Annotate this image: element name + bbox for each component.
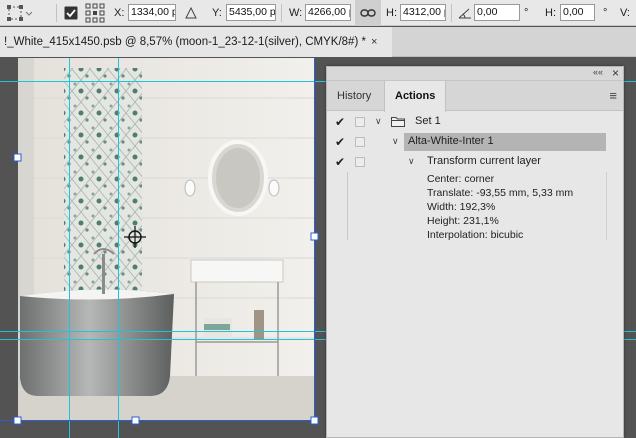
height-field[interactable]: 4312,00 p [400, 4, 446, 21]
action-label: Alta-White-Inter 1 [408, 135, 494, 147]
separator [281, 4, 282, 22]
h-label: H: [386, 7, 397, 19]
action-step-row[interactable]: ✔ ∨ Transform current layer [327, 152, 625, 172]
y-position-field[interactable]: 5435,00 p: [226, 4, 276, 21]
tab-actions[interactable]: Actions [384, 81, 447, 112]
close-tab-icon[interactable]: × [371, 36, 377, 48]
action-set-row[interactable]: ✔ ∨ Set 1 [327, 112, 625, 132]
degree-unit: ° [524, 7, 529, 19]
detail-translate: Translate: -93,55 mm, 5,33 mm [427, 187, 574, 199]
panel-tabs: History Actions ≡ [327, 81, 623, 112]
panel-header: «« × [327, 66, 623, 81]
chevron-down-icon[interactable]: ∨ [392, 136, 399, 147]
step-label: Transform current layer [427, 155, 541, 167]
degree-unit: ° [603, 7, 608, 19]
document-tab-bar: !_White_415x1450.psb @ 8,57% (moon-1_23-… [0, 27, 636, 57]
w-label: W: [289, 7, 303, 19]
x-position-field[interactable]: 1334,00 p: [128, 4, 176, 21]
x-label: X: [114, 7, 125, 19]
action-row[interactable]: ✔ ∨ Alta-White-Inter 1 [327, 132, 625, 152]
detail-width: Width: 192,3% [427, 201, 496, 213]
reference-point-icon[interactable] [85, 0, 105, 26]
link-icon[interactable] [355, 0, 381, 26]
tab-history[interactable]: History [327, 81, 381, 111]
detail-center: Center: corner [427, 173, 495, 185]
dialog-toggle-box[interactable] [355, 157, 365, 167]
v-skew-label: V: [620, 7, 630, 19]
document-title: !_White_415x1450.psb @ 8,57% (moon-1_23-… [4, 36, 366, 48]
transform-tool-icon[interactable] [6, 0, 32, 26]
document-tab[interactable]: !_White_415x1450.psb @ 8,57% (moon-1_23-… [0, 27, 392, 57]
collapse-panel-icon[interactable]: «« [593, 67, 603, 77]
rotate-angle-icon [458, 0, 472, 26]
actions-panel: «« × History Actions ≡ ✔ ∨ Set 1 ✔ ∨ Alt… [326, 66, 624, 438]
panel-menu-icon[interactable]: ≡ [609, 88, 617, 103]
y-label: Y: [212, 7, 222, 19]
toggle-item-check-icon[interactable]: ✔ [335, 155, 345, 169]
toggle-item-check-icon[interactable]: ✔ [335, 115, 345, 129]
relative-position-icon[interactable] [185, 0, 197, 26]
width-field[interactable]: 4266,00 p [305, 4, 351, 21]
h-skew-label: H: [545, 7, 556, 19]
commit-checkbox[interactable] [64, 0, 78, 26]
divider [606, 172, 607, 240]
chevron-down-icon[interactable]: ∨ [408, 156, 415, 167]
dialog-toggle-box[interactable] [355, 137, 365, 147]
toggle-item-check-icon[interactable]: ✔ [335, 135, 345, 149]
action-set-label: Set 1 [415, 115, 441, 127]
h-skew-field[interactable]: 0,00 [560, 4, 595, 21]
separator [56, 4, 57, 22]
chevron-down-icon[interactable]: ∨ [375, 116, 382, 127]
detail-interpolation: Interpolation: bicubic [427, 229, 524, 241]
close-panel-icon[interactable]: × [612, 66, 619, 80]
folder-icon [391, 117, 405, 127]
tree-line [347, 172, 348, 240]
rotation-field[interactable]: 0,00 [474, 4, 520, 21]
separator [451, 4, 452, 22]
options-bar: X: 1334,00 p: Y: 5435,00 p: W: 4266,00 p… [0, 0, 636, 26]
dialog-toggle-box[interactable] [355, 117, 365, 127]
detail-height: Height: 231,1% [427, 215, 499, 227]
